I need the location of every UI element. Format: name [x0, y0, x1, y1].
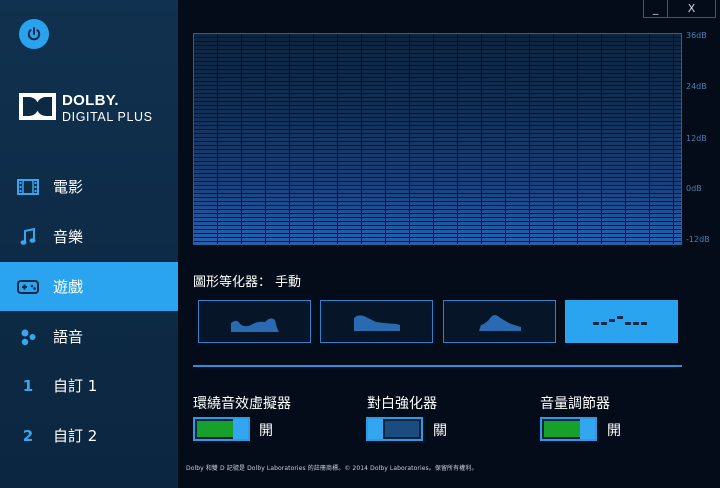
eq-title: 圖形等化器： 手動 — [193, 271, 305, 290]
dialogue-enhancer-label: 對白強化器 — [367, 396, 437, 412]
surround-virtualizer-label: 環繞音效虛擬器 — [193, 396, 291, 412]
logo-line1: DOLBY. — [62, 92, 119, 109]
nav-label: 自訂 1 — [53, 377, 98, 395]
section-divider — [193, 365, 682, 367]
power-icon — [27, 27, 41, 41]
eq-curve-manual-icon — [592, 315, 647, 325]
eq-band-separators — [194, 34, 681, 244]
number-2-icon: 2 — [22, 426, 34, 445]
nav-item-custom-1[interactable]: 1 自訂 1 — [0, 361, 178, 410]
eq-preset-open[interactable] — [198, 300, 311, 343]
db-label-minus12: -12dB — [686, 235, 710, 244]
voice-people-icon — [17, 326, 39, 348]
nav-item-movie[interactable]: 電影 — [0, 162, 178, 211]
nav-item-voice[interactable]: 語音 — [0, 312, 178, 361]
nav-item-custom-2[interactable]: 2 自訂 2 — [0, 411, 178, 460]
eq-preset-rich[interactable] — [320, 300, 433, 343]
volume-leveler-state: 開 — [607, 423, 621, 439]
db-label-24: 24dB — [686, 82, 707, 91]
volume-leveler-label: 音量調節器 — [540, 396, 610, 412]
copyright-footer: Dolby 和雙 D 記號是 Dolby Laboratories 的註冊商標。… — [186, 465, 478, 472]
power-button[interactable] — [19, 19, 49, 49]
eq-title-label: 圖形等化器： — [193, 275, 272, 290]
eq-mode: 手動 — [275, 275, 302, 290]
eq-preset-focused[interactable] — [443, 300, 556, 343]
sidebar: DOLBY. DIGITAL PLUS 電影 音樂 遊戲 語音 1 自訂 1 2… — [0, 0, 178, 488]
volume-leveler-toggle[interactable] — [540, 417, 597, 441]
gamepad-icon — [17, 276, 39, 298]
nav-item-game[interactable]: 遊戲 — [0, 262, 178, 311]
eq-curve-focused-icon — [478, 314, 521, 331]
nav-label: 語音 — [53, 328, 84, 346]
dolby-double-d-icon — [19, 93, 56, 120]
db-label-0: 0dB — [686, 184, 702, 193]
nav-label: 自訂 2 — [53, 427, 98, 445]
eq-curve-open-icon — [230, 317, 279, 332]
db-label-12: 12dB — [686, 134, 707, 143]
dialogue-enhancer-state: 關 — [433, 423, 447, 439]
music-note-icon — [17, 226, 39, 248]
surround-virtualizer-state: 開 — [259, 423, 273, 439]
toggle-knob[interactable] — [580, 419, 595, 439]
nav-label: 電影 — [53, 178, 84, 196]
toggle-knob[interactable] — [368, 419, 383, 439]
minimize-button[interactable]: _ — [643, 0, 668, 18]
number-1-icon: 1 — [22, 376, 34, 395]
eq-preset-manual[interactable] — [565, 300, 678, 343]
nav-label: 音樂 — [53, 228, 84, 246]
graphic-equalizer-display[interactable] — [193, 33, 682, 245]
eq-curve-rich-icon — [353, 314, 400, 331]
dialogue-enhancer-toggle[interactable] — [366, 417, 423, 441]
logo-line2: DIGITAL PLUS — [62, 110, 153, 124]
surround-virtualizer-toggle[interactable] — [193, 417, 250, 441]
nav-item-music[interactable]: 音樂 — [0, 212, 178, 261]
close-button[interactable]: X — [667, 0, 716, 18]
db-label-36: 36dB — [686, 31, 707, 40]
dolby-logo: DOLBY. DIGITAL PLUS — [19, 93, 153, 124]
nav-label: 遊戲 — [53, 278, 84, 296]
toggle-knob[interactable] — [233, 419, 248, 439]
film-icon — [17, 176, 39, 198]
toggle-on-fill — [197, 421, 234, 437]
toggle-off-track — [385, 421, 419, 437]
toggle-on-fill — [544, 421, 581, 437]
